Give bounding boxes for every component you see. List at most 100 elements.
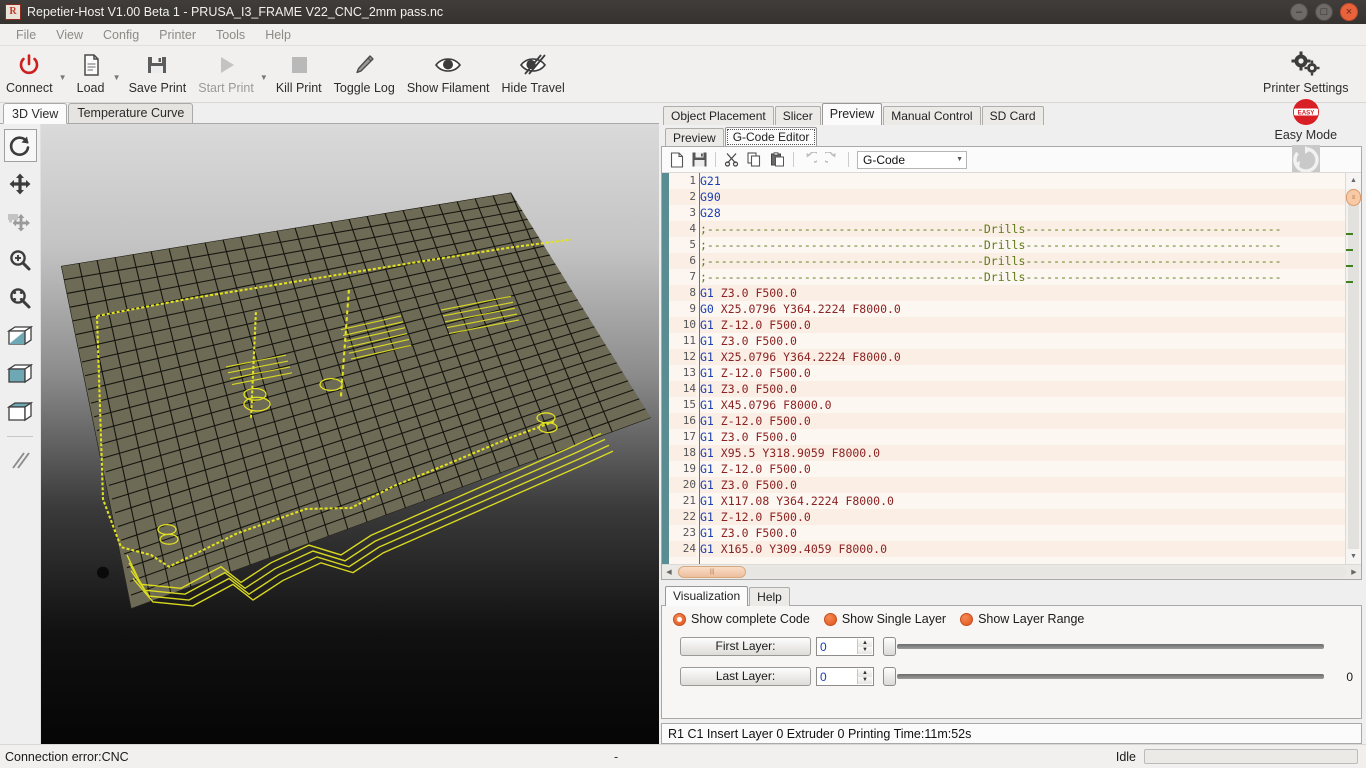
code-line[interactable]: G1 Z-12.0 F500.0 — [700, 509, 1345, 525]
last-layer-slider-thumb[interactable] — [883, 667, 896, 686]
start-print-button[interactable]: Start Print — [192, 48, 260, 95]
scroll-up-arrow[interactable]: ▲ — [1346, 173, 1361, 188]
scroll-right-arrow[interactable]: ▶ — [1347, 568, 1361, 576]
last-layer-spin-arrows[interactable]: ▲▼ — [857, 669, 872, 684]
code-line[interactable]: G1 Z3.0 F500.0 — [700, 525, 1345, 541]
last-layer-button[interactable]: Last Layer: — [680, 667, 811, 686]
code-line[interactable]: G1 Z3.0 F500.0 — [700, 477, 1345, 493]
code-line[interactable]: G1 X165.0 Y309.4059 F8000.0 — [700, 541, 1345, 557]
last-layer-slider[interactable] — [883, 667, 1324, 686]
tab-3d-view[interactable]: 3D View — [3, 103, 67, 124]
radio-show-complete-code[interactable]: Show complete Code — [673, 612, 810, 626]
code-line[interactable]: G1 Z3.0 F500.0 — [700, 333, 1345, 349]
code-line[interactable]: G0 X25.0796 Y364.2224 F8000.0 — [700, 301, 1345, 317]
code-line[interactable]: G1 X95.5 Y318.9059 F8000.0 — [700, 445, 1345, 461]
3d-viewport[interactable] — [41, 124, 659, 744]
toggle-log-button[interactable]: Toggle Log — [328, 48, 401, 95]
tab-preview[interactable]: Preview — [822, 103, 882, 125]
radio-show-layer-range[interactable]: Show Layer Range — [960, 612, 1084, 626]
code-line[interactable]: G1 Z-12.0 F500.0 — [700, 317, 1345, 333]
zoom-fit-icon[interactable] — [4, 281, 37, 314]
code-line[interactable]: ;---------------------------------------… — [700, 237, 1345, 253]
menu-item-file[interactable]: File — [6, 25, 46, 45]
editor-horizontal-scrollbar[interactable]: ◀ ||| ▶ — [662, 564, 1361, 579]
gcode-editor-box: G-Code ▼ 1234567891011121314151617181920… — [661, 146, 1362, 580]
code-line[interactable]: G21 — [700, 173, 1345, 189]
move-printer-icon[interactable] — [4, 205, 37, 238]
vscroll-thumb[interactable]: ≡ — [1346, 189, 1361, 206]
zoom-in-icon[interactable] — [4, 243, 37, 276]
code-line[interactable]: G1 X45.0796 F8000.0 — [700, 397, 1345, 413]
hscroll-track[interactable] — [676, 567, 1347, 577]
subtab-preview[interactable]: Preview — [665, 128, 724, 147]
code-line[interactable]: G1 Z-12.0 F500.0 — [700, 413, 1345, 429]
code-line[interactable]: ;---------------------------------------… — [700, 269, 1345, 285]
first-layer-button[interactable]: First Layer: — [680, 637, 811, 656]
code-line[interactable]: G1 Z-12.0 F500.0 — [700, 461, 1345, 477]
scroll-left-arrow[interactable]: ◀ — [662, 568, 676, 576]
tab-temperature-curve[interactable]: Temperature Curve — [68, 103, 193, 123]
view-solid-icon[interactable] — [4, 357, 37, 390]
scroll-down-arrow[interactable]: ▼ — [1346, 549, 1361, 564]
menu-item-tools[interactable]: Tools — [206, 25, 255, 45]
tab-visualization[interactable]: Visualization — [665, 586, 748, 606]
view-parallel-icon[interactable] — [4, 319, 37, 352]
code-line[interactable]: G1 Z-12.0 F500.0 — [700, 365, 1345, 381]
start-print-dropdown-caret[interactable]: ▼ — [260, 73, 270, 82]
radio-show-single-layer[interactable]: Show Single Layer — [824, 612, 946, 626]
code-line[interactable]: G28 — [700, 205, 1345, 221]
printer-settings-button[interactable]: Printer Settings — [1254, 48, 1358, 95]
kill-print-button[interactable]: Kill Print — [270, 48, 328, 95]
first-layer-slider[interactable] — [883, 637, 1324, 656]
first-layer-slider-thumb[interactable] — [883, 637, 896, 656]
easy-mode-button[interactable]: EASY Easy Mode — [1254, 95, 1358, 142]
code-scroll-region[interactable]: 123456789101112131415161718192021222324 … — [662, 173, 1345, 564]
code-line[interactable]: G1 Z3.0 F500.0 — [700, 381, 1345, 397]
tab-help[interactable]: Help — [749, 587, 790, 606]
menu-item-view[interactable]: View — [46, 25, 93, 45]
minimize-button[interactable]: – — [1290, 3, 1308, 21]
view-wireframe-icon[interactable] — [4, 395, 37, 428]
load-dropdown-caret[interactable]: ▼ — [113, 73, 123, 82]
tab-object-placement[interactable]: Object Placement — [663, 106, 774, 125]
last-layer-stepper[interactable]: 0 ▲▼ — [816, 667, 874, 686]
code-line[interactable]: G1 Z3.0 F500.0 — [700, 285, 1345, 301]
paste-icon[interactable] — [767, 150, 788, 170]
tab-slicer[interactable]: Slicer — [775, 106, 821, 125]
copy-icon[interactable] — [744, 150, 765, 170]
connect-button[interactable]: Connect — [0, 48, 59, 95]
menu-item-printer[interactable]: Printer — [149, 25, 206, 45]
code-line[interactable]: ;---------------------------------------… — [700, 221, 1345, 237]
tab-sd-card[interactable]: SD Card — [982, 106, 1044, 125]
code-line[interactable]: G90 — [700, 189, 1345, 205]
new-file-icon[interactable] — [666, 150, 687, 170]
undo-icon[interactable] — [799, 150, 820, 170]
cut-icon[interactable] — [721, 150, 742, 170]
load-button[interactable]: Load — [69, 48, 113, 95]
move-object-icon[interactable] — [4, 167, 37, 200]
reset-view-icon[interactable] — [4, 129, 37, 162]
language-select[interactable]: G-Code ▼ — [857, 151, 967, 169]
hscroll-thumb[interactable]: ||| — [678, 566, 746, 578]
connect-dropdown-caret[interactable]: ▼ — [59, 73, 69, 82]
save-file-icon[interactable] — [689, 150, 710, 170]
code-line[interactable]: ;---------------------------------------… — [700, 253, 1345, 269]
code-content[interactable]: G21G90G28;------------------------------… — [700, 173, 1345, 564]
code-line[interactable]: G1 X117.08 Y364.2224 F8000.0 — [700, 493, 1345, 509]
first-layer-spin-arrows[interactable]: ▲▼ — [857, 639, 872, 654]
first-layer-stepper[interactable]: 0 ▲▼ — [816, 637, 874, 656]
show-filament-button[interactable]: Show Filament — [401, 48, 496, 95]
menu-item-config[interactable]: Config — [93, 25, 149, 45]
view-lines-icon[interactable] — [4, 444, 37, 477]
menu-item-help[interactable]: Help — [255, 25, 301, 45]
tab-manual-control[interactable]: Manual Control — [883, 106, 980, 125]
close-button[interactable]: × — [1340, 3, 1358, 21]
code-line[interactable]: G1 X25.0796 Y364.2224 F8000.0 — [700, 349, 1345, 365]
maximize-button[interactable]: □ — [1315, 3, 1333, 21]
subtab-gcode-editor[interactable]: G-Code Editor — [725, 127, 818, 147]
editor-vertical-scrollbar[interactable]: ▲ ≡ ▼ — [1345, 173, 1361, 564]
save-print-button[interactable]: Save Print — [123, 48, 193, 95]
redo-icon[interactable] — [822, 150, 843, 170]
hide-travel-button[interactable]: Hide Travel — [496, 48, 571, 95]
code-line[interactable]: G1 Z3.0 F500.0 — [700, 429, 1345, 445]
